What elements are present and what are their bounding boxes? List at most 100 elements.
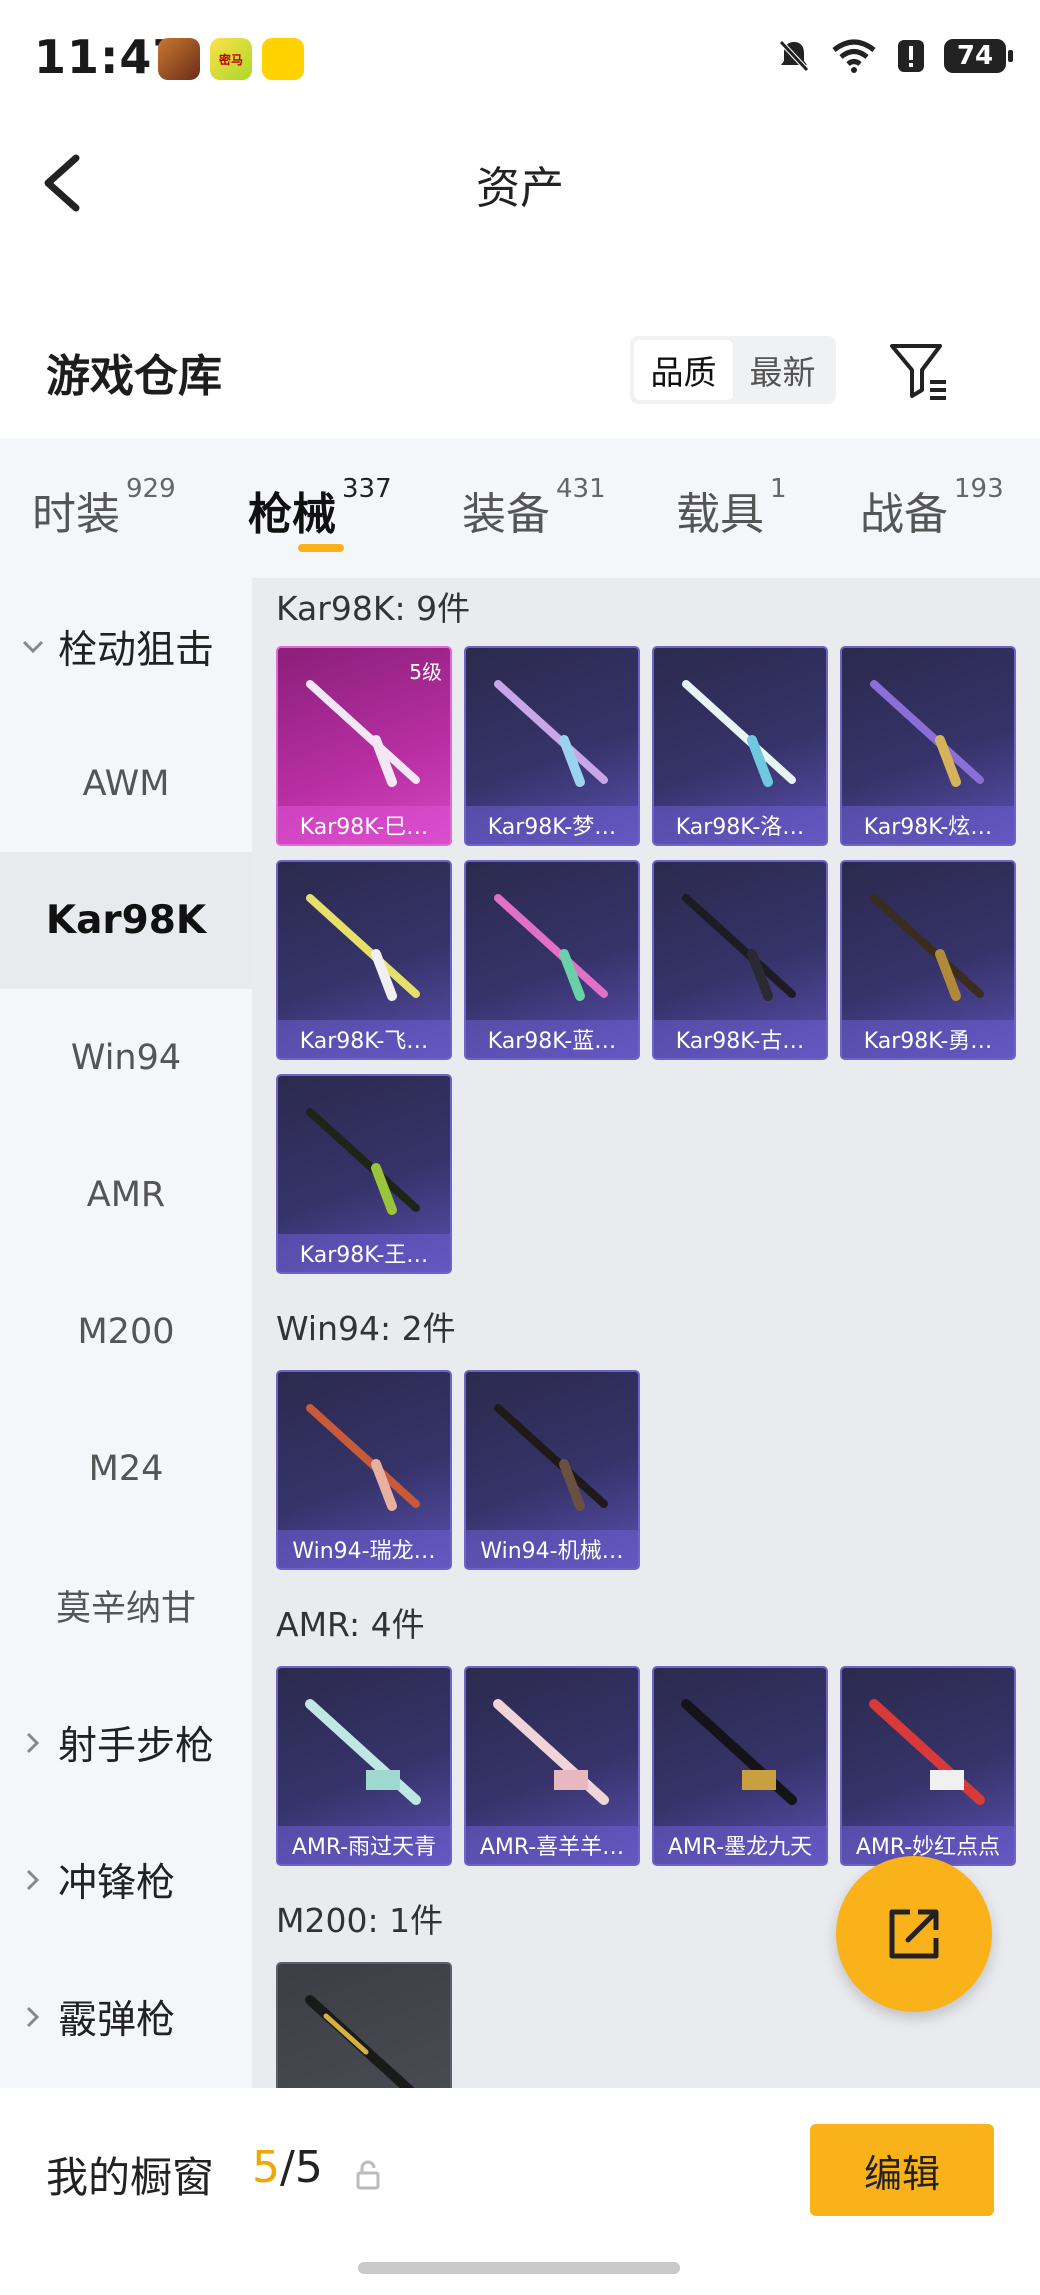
weapon-sidebar: 栓动狙击 AWM Kar98K Win94 AMR M200 M24 莫辛纳甘 … bbox=[0, 578, 252, 2088]
item-name: Kar98K-勇… bbox=[842, 1020, 1014, 1058]
item-name: Kar98K-蓝… bbox=[466, 1020, 638, 1058]
mima-app-label: 密马 bbox=[218, 52, 243, 67]
item-name: AMR-雨过天青 bbox=[278, 1826, 450, 1864]
tab-firearms[interactable]: 枪械 337 bbox=[248, 474, 392, 542]
rifle-icon bbox=[494, 680, 608, 787]
active-tab-indicator bbox=[298, 544, 344, 552]
rifle-icon bbox=[306, 680, 420, 787]
item-card[interactable]: Win94-机械… bbox=[464, 1370, 640, 1570]
item-card[interactable]: Kar98K-古… bbox=[652, 860, 828, 1060]
sidebar-item-m200[interactable]: M200 bbox=[0, 1263, 252, 1400]
item-card[interactable] bbox=[276, 1962, 452, 2088]
category-tabs: 时装 929 枪械 337 装备 431 载具 1 战备 193 bbox=[0, 438, 1040, 578]
sidebar-item-label: 栓动狙击 bbox=[58, 627, 215, 673]
group-header-m200: M200: 1件 bbox=[276, 1901, 444, 1940]
sidebar-item-mosin[interactable]: 莫辛纳甘 bbox=[0, 1537, 252, 1674]
sidebar-item-win94[interactable]: Win94 bbox=[0, 989, 252, 1126]
sort-quality-option[interactable]: 品质 bbox=[634, 340, 733, 400]
showcase-count-separator: / bbox=[280, 2142, 295, 2193]
tab-count: 1 bbox=[770, 474, 787, 504]
sidebar-item-m24[interactable]: M24 bbox=[0, 1400, 252, 1537]
item-level-badge: 5级 bbox=[409, 660, 442, 684]
tab-label: 战备 bbox=[860, 489, 948, 540]
group-header-kar98k: Kar98K: 9件 bbox=[276, 589, 471, 628]
item-name: Kar98K-炫… bbox=[842, 806, 1014, 844]
item-name: Win94-机械… bbox=[466, 1530, 638, 1568]
tab-label: 时装 bbox=[32, 489, 120, 540]
group-header-amr: AMR: 4件 bbox=[276, 1605, 425, 1644]
sidebar-group-bolt-action[interactable]: 栓动狙击 bbox=[0, 578, 252, 715]
rifle-icon bbox=[306, 1108, 420, 1215]
edit-button[interactable]: 编辑 bbox=[810, 2124, 994, 2216]
item-name: Kar98K-王… bbox=[278, 1234, 450, 1272]
rifle-icon bbox=[306, 894, 420, 1001]
rifle-icon bbox=[870, 894, 984, 1001]
item-name: Kar98K-洛… bbox=[654, 806, 826, 844]
rifle-icon bbox=[305, 1995, 415, 2088]
item-card[interactable]: Kar98K-勇… bbox=[840, 860, 1016, 1060]
sidebar-item-awm[interactable]: AWM bbox=[0, 715, 252, 852]
rifle-icon bbox=[682, 894, 796, 1001]
item-name: Win94-瑞龙… bbox=[278, 1530, 450, 1568]
mima-app-icon: 密马 bbox=[210, 38, 252, 80]
tab-count: 929 bbox=[126, 474, 176, 504]
chevron-right-icon bbox=[26, 1732, 40, 1753]
sidebar-group-marksman[interactable]: 射手步枪 bbox=[0, 1674, 252, 1811]
sidebar-item-kar98k[interactable]: Kar98K bbox=[0, 852, 252, 989]
home-indicator[interactable] bbox=[358, 2262, 680, 2274]
sidebar-group-smg[interactable]: 冲锋枪 bbox=[0, 1811, 252, 1948]
tab-supplies[interactable]: 战备 193 bbox=[860, 474, 1004, 542]
tab-vehicles[interactable]: 载具 1 bbox=[676, 474, 787, 542]
item-card[interactable]: AMR-墨龙九天 bbox=[652, 1666, 828, 1866]
status-icons: 74 bbox=[776, 38, 1013, 74]
item-name: Kar98K-飞… bbox=[278, 1020, 450, 1058]
game-avatar-icon bbox=[158, 38, 200, 80]
filter-icon bbox=[890, 344, 946, 400]
status-bar: 11:47 密马 74 bbox=[0, 0, 1040, 120]
lock-icon bbox=[356, 2160, 380, 2190]
item-card[interactable]: AMR-喜羊羊… bbox=[464, 1666, 640, 1866]
item-card[interactable]: Kar98K-飞… bbox=[276, 860, 452, 1060]
alert-icon bbox=[898, 40, 924, 72]
rifle-icon bbox=[494, 1404, 608, 1511]
chevron-right-icon bbox=[26, 1869, 40, 1890]
tab-label: 枪械 bbox=[248, 489, 336, 540]
game-app-icon bbox=[262, 38, 304, 80]
item-card[interactable]: Win94-瑞龙… bbox=[276, 1370, 452, 1570]
sidebar-item-label: Kar98K bbox=[45, 898, 207, 943]
rifle-icon bbox=[682, 680, 796, 787]
rifle-icon bbox=[494, 894, 608, 1001]
item-card[interactable]: Kar98K-梦… bbox=[464, 646, 640, 846]
item-card[interactable]: AMR-妙红点点 bbox=[840, 1666, 1016, 1866]
filter-button[interactable] bbox=[886, 338, 952, 404]
tab-count: 193 bbox=[954, 474, 1004, 504]
wifi-icon bbox=[832, 39, 876, 73]
sort-latest-option[interactable]: 最新 bbox=[733, 340, 832, 400]
battery-indicator: 74 bbox=[944, 39, 1013, 73]
sidebar-item-label: 射手步枪 bbox=[58, 1723, 215, 1769]
item-card[interactable]: Kar98K-洛… bbox=[652, 646, 828, 846]
rifle-icon bbox=[681, 1699, 797, 1805]
sidebar-item-amr[interactable]: AMR bbox=[0, 1126, 252, 1263]
share-fab[interactable] bbox=[836, 1856, 992, 2012]
rifle-icon bbox=[870, 680, 984, 787]
sidebar-group-shotgun[interactable]: 霰弹枪 bbox=[0, 1948, 252, 2085]
sidebar-item-label: 莫辛纳甘 bbox=[55, 1589, 196, 1629]
rifle-icon bbox=[305, 1699, 421, 1805]
tab-label: 装备 bbox=[462, 489, 550, 540]
item-name: AMR-喜羊羊… bbox=[466, 1826, 638, 1864]
tab-count: 337 bbox=[342, 474, 392, 504]
item-card[interactable]: Kar98K-炫… bbox=[840, 646, 1016, 846]
item-card[interactable]: 5级 Kar98K-巳… bbox=[276, 646, 452, 846]
showcase-label: 我的橱窗 bbox=[46, 2153, 215, 2202]
item-name: AMR-墨龙九天 bbox=[654, 1826, 826, 1864]
item-card[interactable]: Kar98K-蓝… bbox=[464, 860, 640, 1060]
rifle-icon bbox=[306, 1404, 420, 1511]
sidebar-item-label: AMR bbox=[86, 1174, 166, 1215]
item-card[interactable]: AMR-雨过天青 bbox=[276, 1666, 452, 1866]
tab-count: 431 bbox=[556, 474, 606, 504]
tab-equipment[interactable]: 装备 431 bbox=[462, 474, 606, 542]
tab-fashion[interactable]: 时装 929 bbox=[32, 474, 176, 542]
item-card[interactable]: Kar98K-王… bbox=[276, 1074, 452, 1274]
tab-label: 载具 bbox=[676, 489, 764, 540]
